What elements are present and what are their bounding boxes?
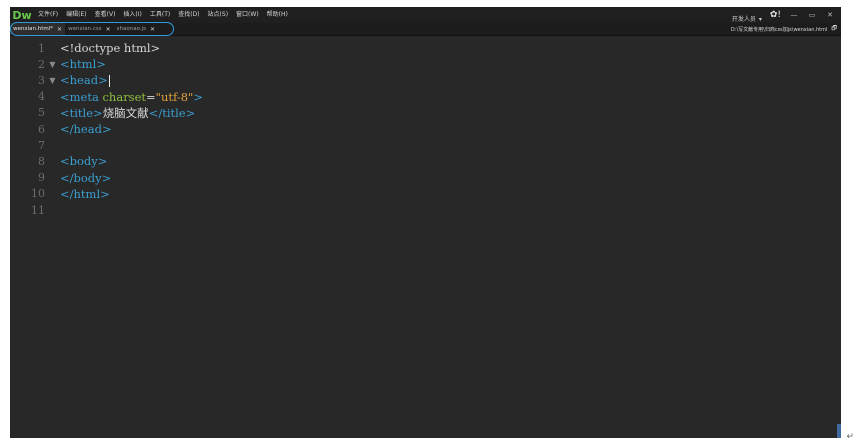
file-path-text: D:\写文献专用\归商css加js\wenxian.html [730, 26, 828, 33]
code-line[interactable]: 4 <meta charset="utf-8"> [10, 89, 841, 105]
menu-item[interactable]: 帮助(H) [263, 7, 292, 23]
close-icon[interactable]: ✕ [57, 26, 62, 33]
code-line[interactable]: 1 <!doctype html> [10, 40, 841, 56]
code-token: 烧脑文献 [102, 105, 149, 120]
menu-item[interactable]: 窗口(W) [232, 7, 263, 23]
code-text: <body> [60, 154, 107, 168]
enter-mark-icon: ↵ [846, 432, 854, 442]
menu-item[interactable]: 查看(V) [91, 7, 120, 23]
code-token: <title> [60, 105, 103, 120]
code-token: <head> [60, 73, 108, 88]
workspace-switcher[interactable]: 开发人员 ▾ [732, 7, 762, 25]
document-tab-bar: wenxian.html* ✕ wenxian.css ✕ shaonao.js ✕ D:… [10, 22, 841, 36]
line-number: 9 [38, 171, 45, 185]
code-token: <html> [60, 57, 106, 72]
dreamweaver-window: Dw 文件(F) 编辑(E) 查看(V) 插入(I) 工具(T) 查找(D) 站点(S) 窗口… [10, 7, 841, 438]
code-line[interactable]: 6 </head> [10, 121, 841, 137]
menu-item[interactable]: 工具(T) [146, 7, 174, 23]
line-number: 6 [38, 122, 45, 136]
code-line[interactable]: 11 [10, 202, 841, 218]
line-number: 4 [38, 90, 45, 104]
code-line[interactable]: 2 ▼ <html> [10, 56, 841, 72]
code-text: <title>烧脑文献</title> [60, 105, 195, 121]
line-number: 8 [38, 154, 45, 168]
tab-label: wenxian.html* [13, 26, 54, 32]
code-text: </head> [60, 122, 112, 136]
code-text: </body> [60, 171, 111, 185]
chevron-down-icon: ▾ [758, 15, 762, 23]
code-token: </html> [60, 186, 110, 201]
code-text: </html> [60, 187, 110, 201]
tab-label: wenxian.css [68, 26, 102, 32]
code-text: <head> [60, 73, 110, 88]
document-tab[interactable]: wenxian.css ✕ [65, 23, 114, 35]
document-tab[interactable]: shaonao.js ✕ [114, 23, 158, 35]
close-icon[interactable]: ✕ [106, 26, 111, 33]
code-token: <body> [60, 154, 108, 169]
scrollbar-thumb[interactable] [837, 424, 841, 438]
close-button[interactable]: ✕ [825, 11, 835, 19]
sync-settings-icon[interactable]: ✿! [770, 10, 781, 20]
fold-toggle-icon[interactable]: ▼ [45, 60, 60, 69]
code-text: <!doctype html> [60, 41, 160, 55]
maximize-button[interactable]: ▭ [807, 11, 817, 19]
code-line[interactable]: 5 <title>烧脑文献</title> [10, 105, 841, 121]
document-tabs: wenxian.html* ✕ wenxian.css ✕ shaonao.js ✕ [10, 23, 158, 35]
menu-item[interactable]: 插入(I) [119, 7, 145, 23]
menu-list: 文件(F) 编辑(E) 查看(V) 插入(I) 工具(T) 查找(D) 站点(S) 窗口(W)… [34, 7, 292, 23]
code-token: "utf-8" [155, 89, 194, 104]
code-line[interactable]: 3 ▼ <head> [10, 72, 841, 88]
line-number: 3 [38, 73, 45, 87]
code-token: </title> [148, 105, 196, 120]
minimize-button[interactable]: — [789, 11, 799, 19]
line-number: 5 [38, 106, 45, 120]
code-line[interactable]: 7 [10, 137, 841, 153]
code-line[interactable]: 9 </body> [10, 170, 841, 186]
line-number: 1 [38, 41, 45, 55]
menu-item[interactable]: 编辑(E) [62, 7, 90, 23]
workspace-label: 开发人员 [731, 15, 756, 23]
text-cursor [108, 75, 110, 88]
code-token: charset [102, 89, 147, 104]
menu-bar: Dw 文件(F) 编辑(E) 查看(V) 插入(I) 工具(T) 查找(D) 站点(S) 窗口… [10, 7, 841, 23]
line-number: 2 [38, 57, 45, 71]
code-text: <meta charset="utf-8"> [60, 90, 203, 104]
dreamweaver-logo: Dw [12, 8, 32, 22]
menu-item[interactable]: 文件(F) [34, 7, 62, 23]
tab-label: shaonao.js [116, 26, 146, 32]
line-number: 11 [31, 203, 45, 217]
line-number: 7 [38, 138, 45, 152]
line-number: 10 [31, 187, 45, 201]
code-token: = [146, 89, 156, 104]
menu-bar-right: 开发人员 ▾ ✿! — ▭ ✕ [732, 7, 835, 23]
code-editor[interactable]: 1 <!doctype html> 2 ▼ <html> 3 ▼ <head> 4 <meta c… [10, 36, 841, 438]
code-token: </head> [60, 122, 112, 136]
code-line[interactable]: 8 <body> [10, 153, 841, 169]
code-token: </body> [60, 170, 112, 185]
code-line[interactable]: 10 </html> [10, 186, 841, 202]
code-token: <!doctype html> [60, 41, 161, 55]
close-icon[interactable]: ✕ [150, 26, 155, 33]
file-path: D:\写文献专用\归商css加js\wenxian.html 🗗 [731, 23, 837, 35]
code-token: <meta [60, 89, 103, 104]
code-token: > [193, 89, 203, 104]
restore-window-icon[interactable]: 🗗 [831, 24, 837, 34]
code-text: <html> [60, 57, 106, 71]
fold-toggle-icon[interactable]: ▼ [45, 76, 60, 85]
menu-item[interactable]: 查找(D) [174, 7, 203, 23]
menu-item[interactable]: 站点(S) [204, 7, 233, 23]
document-tab[interactable]: wenxian.html* ✕ [10, 23, 66, 35]
